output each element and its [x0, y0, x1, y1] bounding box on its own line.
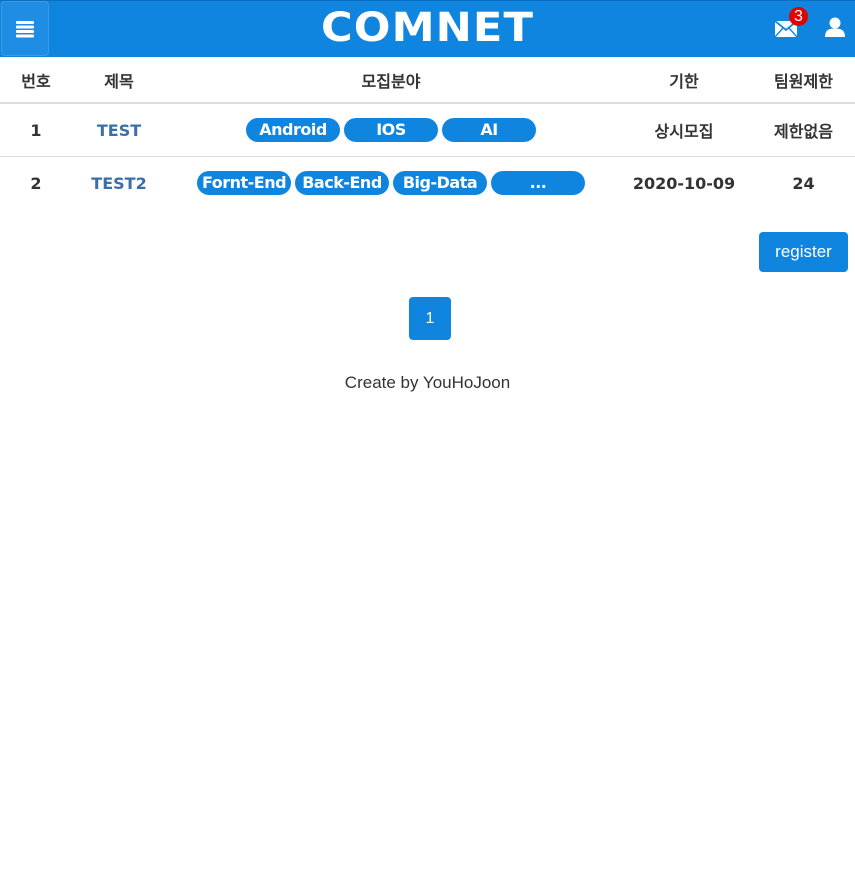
row-number: 2 [30, 173, 42, 193]
field-tags: Android IOS AI [246, 118, 536, 142]
post-title-link[interactable]: TEST2 [91, 174, 146, 193]
table-header-row: 번호 제목 모집분야 기한 팀원제한 [0, 57, 855, 104]
header-recruit-field: 모집분야 [166, 57, 616, 104]
menu-icon [16, 20, 34, 37]
row-deadline: 2020-10-09 [632, 173, 736, 193]
field-tags: Fornt-End Back-End Big-Data ... [197, 171, 585, 195]
pagination-page-button[interactable]: 1 [409, 297, 451, 340]
header-member-limit: 팀원제한 [752, 57, 855, 104]
table-row: 2 TEST2 Fornt-End Back-End Big-Data ... … [0, 157, 855, 210]
field-tag[interactable]: Fornt-End [197, 171, 291, 195]
post-title-link[interactable]: TEST [97, 121, 141, 140]
field-tag[interactable]: AI [442, 118, 536, 142]
user-profile-button[interactable] [824, 16, 848, 40]
row-number: 1 [0, 103, 72, 157]
row-member-limit: 제한없음 [752, 103, 855, 157]
field-tag[interactable]: Android [246, 118, 340, 142]
top-navbar: COMNET 3 [0, 0, 855, 57]
user-icon [825, 17, 845, 37]
register-button[interactable]: register [759, 232, 848, 272]
brand-logo[interactable]: COMNET [321, 5, 534, 51]
field-tag[interactable]: IOS [344, 118, 438, 142]
unread-badge: 3 [789, 7, 808, 26]
header-number: 번호 [0, 57, 72, 104]
menu-button[interactable] [1, 1, 49, 56]
row-deadline: 상시모집 [616, 103, 752, 157]
row-member-limit: 24 [792, 173, 815, 193]
header-deadline: 기한 [616, 57, 752, 104]
messages-button[interactable]: 3 [772, 7, 808, 45]
field-tag[interactable]: Back-End [295, 171, 389, 195]
field-tag[interactable]: Big-Data [393, 171, 487, 195]
recruitment-table: 번호 제목 모집분야 기한 팀원제한 1 TEST Android IOS AI… [0, 57, 855, 209]
more-tags-button[interactable]: ... [491, 171, 585, 195]
footer-credit: Create by YouHoJoon [344, 373, 511, 392]
table-row: 1 TEST Android IOS AI 상시모집 제한없음 [0, 103, 855, 157]
header-title: 제목 [72, 57, 166, 104]
